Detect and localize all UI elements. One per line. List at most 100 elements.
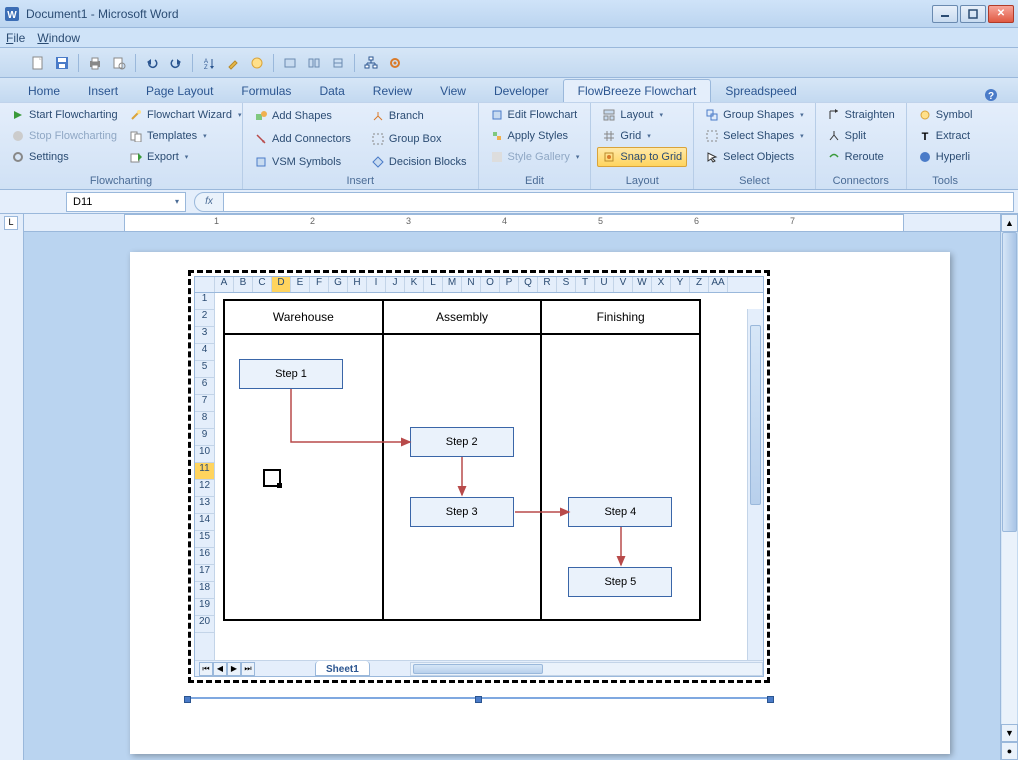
select-shapes-button[interactable]: Select Shapes▾: [700, 126, 808, 146]
embed-vertical-scrollbar[interactable]: [747, 309, 763, 660]
tool-icon-4[interactable]: [304, 53, 324, 73]
spreadsheet-canvas[interactable]: Warehouse Assembly Finishing Step 1: [215, 293, 763, 676]
column-header[interactable]: W: [633, 277, 652, 292]
column-header[interactable]: K: [405, 277, 424, 292]
column-header[interactable]: G: [329, 277, 348, 292]
tool-icon-1[interactable]: [223, 53, 243, 73]
sheet-nav-last[interactable]: ⏭: [241, 662, 255, 676]
hierarchy-icon[interactable]: [361, 53, 381, 73]
column-header[interactable]: H: [348, 277, 367, 292]
tab-formulas[interactable]: Formulas: [227, 80, 305, 102]
row-header[interactable]: 5: [195, 361, 214, 378]
grid-button[interactable]: Grid▾: [597, 126, 687, 146]
scroll-up-icon[interactable]: ▲: [1001, 214, 1018, 232]
export-button[interactable]: Export▾: [124, 147, 246, 167]
tool-icon-5[interactable]: [328, 53, 348, 73]
sort-icon[interactable]: AZ: [199, 53, 219, 73]
name-box[interactable]: D11 ▾: [66, 192, 186, 212]
redo-icon[interactable]: [166, 53, 186, 73]
tool-icon-3[interactable]: [280, 53, 300, 73]
column-header[interactable]: J: [386, 277, 405, 292]
select-objects-button[interactable]: Select Objects: [700, 147, 808, 167]
embed-horizontal-scrollbar[interactable]: [410, 662, 763, 676]
row-header[interactable]: 6: [195, 378, 214, 395]
tab-data[interactable]: Data: [305, 80, 358, 102]
column-header[interactable]: U: [595, 277, 614, 292]
symbol-button[interactable]: Symbol: [913, 105, 978, 125]
tab-page-layout[interactable]: Page Layout: [132, 80, 227, 102]
flowchart-wizard-button[interactable]: Flowchart Wizard▾: [124, 105, 246, 125]
branch-button[interactable]: Branch: [366, 105, 472, 127]
column-header[interactable]: X: [652, 277, 671, 292]
split-button[interactable]: Split: [822, 126, 900, 146]
row-header[interactable]: 7: [195, 395, 214, 412]
row-header[interactable]: 9: [195, 429, 214, 446]
step-1-box[interactable]: Step 1: [239, 359, 343, 389]
browse-object-icon[interactable]: ●: [1001, 742, 1018, 760]
apply-styles-button[interactable]: Apply Styles: [485, 126, 585, 146]
step-5-box[interactable]: Step 5: [568, 567, 672, 597]
column-header[interactable]: P: [500, 277, 519, 292]
print-preview-icon[interactable]: [109, 53, 129, 73]
column-header[interactable]: Z: [690, 277, 709, 292]
group-shapes-button[interactable]: Group Shapes▾: [700, 105, 808, 125]
row-header[interactable]: 19: [195, 599, 214, 616]
row-header[interactable]: 11: [195, 463, 214, 480]
column-header[interactable]: L: [424, 277, 443, 292]
row-header[interactable]: 17: [195, 565, 214, 582]
row-header[interactable]: 4: [195, 344, 214, 361]
group-box-button[interactable]: Group Box: [366, 128, 472, 150]
embedded-spreadsheet[interactable]: ABCDEFGHIJKLMNOPQRSTUVWXYZAA 12345678910…: [188, 270, 770, 683]
column-header[interactable]: A: [215, 277, 234, 292]
reroute-button[interactable]: Reroute: [822, 147, 900, 167]
row-header[interactable]: 15: [195, 531, 214, 548]
help-icon[interactable]: ?: [978, 88, 1004, 102]
close-button[interactable]: ✕: [988, 5, 1014, 23]
column-header[interactable]: R: [538, 277, 557, 292]
row-header[interactable]: 13: [195, 497, 214, 514]
decision-blocks-button[interactable]: Decision Blocks: [366, 151, 472, 173]
print-icon[interactable]: [85, 53, 105, 73]
column-header[interactable]: AA: [709, 277, 728, 292]
sheet-tab[interactable]: Sheet1: [315, 661, 370, 676]
tab-review[interactable]: Review: [359, 80, 426, 102]
tab-flowbreeze[interactable]: FlowBreeze Flowchart: [563, 79, 712, 102]
scroll-down-icon[interactable]: ▼: [1001, 724, 1018, 742]
formula-input[interactable]: [224, 192, 1014, 212]
tab-spreadspeed[interactable]: Spreadspeed: [711, 80, 810, 102]
edit-flowchart-button[interactable]: Edit Flowchart: [485, 105, 585, 125]
tab-view[interactable]: View: [426, 80, 480, 102]
row-header[interactable]: 12: [195, 480, 214, 497]
menu-file[interactable]: File: [6, 31, 25, 45]
column-header[interactable]: V: [614, 277, 633, 292]
row-header[interactable]: 3: [195, 327, 214, 344]
tab-home[interactable]: Home: [14, 80, 74, 102]
column-header[interactable]: I: [367, 277, 386, 292]
hyperlink-button[interactable]: Hyperli: [913, 147, 978, 167]
gear-icon[interactable]: [385, 53, 405, 73]
row-header[interactable]: 18: [195, 582, 214, 599]
sheet-nav-prev[interactable]: ◀: [213, 662, 227, 676]
add-shapes-button[interactable]: Add Shapes: [249, 105, 356, 127]
column-header[interactable]: E: [291, 277, 310, 292]
row-header[interactable]: 10: [195, 446, 214, 463]
sheet-nav-first[interactable]: ⏮: [199, 662, 213, 676]
step-2-box[interactable]: Step 2: [410, 427, 514, 457]
fx-button[interactable]: fx: [194, 192, 224, 212]
snap-to-grid-button[interactable]: Snap to Grid: [597, 147, 687, 167]
undo-icon[interactable]: [142, 53, 162, 73]
style-gallery-button[interactable]: Style Gallery▾: [485, 147, 585, 167]
row-header[interactable]: 1: [195, 293, 214, 310]
column-header[interactable]: D: [272, 277, 291, 292]
add-connectors-button[interactable]: Add Connectors: [249, 128, 356, 150]
column-header[interactable]: Q: [519, 277, 538, 292]
templates-button[interactable]: Templates▾: [124, 126, 246, 146]
maximize-button[interactable]: [960, 5, 986, 23]
column-header[interactable]: T: [576, 277, 595, 292]
row-header[interactable]: 2: [195, 310, 214, 327]
column-header[interactable]: S: [557, 277, 576, 292]
extract-button[interactable]: TExtract: [913, 126, 978, 146]
vsm-symbols-button[interactable]: VSM Symbols: [249, 151, 356, 173]
resize-handle[interactable]: [184, 696, 191, 703]
column-header[interactable]: B: [234, 277, 253, 292]
